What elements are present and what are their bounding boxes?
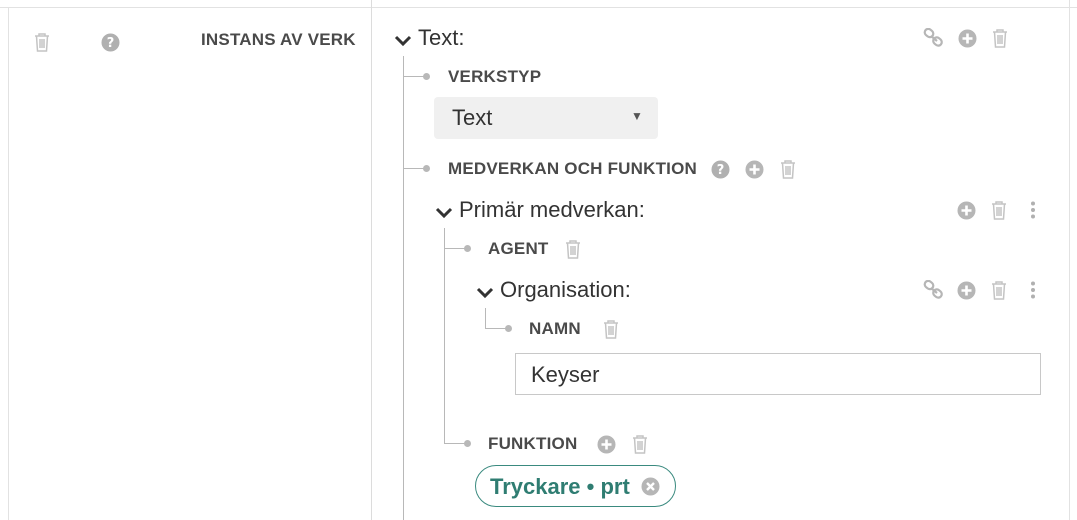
link-icon[interactable] xyxy=(923,280,945,300)
work-type-label: VERKSTYP xyxy=(448,67,542,86)
function-tag[interactable]: Tryckare • prt xyxy=(475,465,676,507)
tree-dot xyxy=(505,325,512,332)
tree-branch xyxy=(403,76,425,77)
top-border xyxy=(0,7,1077,8)
svg-text:?: ? xyxy=(717,163,725,178)
right-border xyxy=(1069,0,1070,520)
name-label: NAMN xyxy=(529,319,581,338)
tree-dot xyxy=(423,165,430,172)
remove-tag-icon[interactable] xyxy=(641,477,660,501)
function-label: FUNKTION xyxy=(488,434,578,453)
more-options-icon[interactable] xyxy=(1030,201,1036,219)
add-icon[interactable] xyxy=(958,29,977,48)
work-title: Text: xyxy=(418,25,465,50)
organisation-title: Organisation: xyxy=(500,277,631,302)
trash-icon[interactable] xyxy=(632,434,648,454)
tree-branch xyxy=(444,248,466,249)
left-border xyxy=(8,7,9,520)
trash-icon[interactable] xyxy=(780,159,796,179)
contribution-label: MEDVERKAN OCH FUNKTION xyxy=(448,159,698,178)
collapse-primary-chevron-icon[interactable] xyxy=(435,206,453,225)
primary-contribution-title: Primär medverkan: xyxy=(459,197,645,222)
trash-icon[interactable] xyxy=(603,319,619,339)
link-icon[interactable] xyxy=(923,28,945,48)
tree-dot xyxy=(423,73,430,80)
more-options-icon[interactable] xyxy=(1030,281,1036,299)
tree-branch xyxy=(403,168,425,169)
tree-dot xyxy=(464,440,471,447)
svg-text:?: ? xyxy=(107,36,115,51)
name-input[interactable]: Keyser xyxy=(515,353,1041,395)
work-type-value: Text xyxy=(452,105,493,130)
help-icon[interactable]: ? xyxy=(101,33,120,52)
add-icon[interactable] xyxy=(597,435,616,454)
tree-dot xyxy=(464,245,471,252)
agent-label: AGENT xyxy=(488,239,549,258)
tree-line xyxy=(403,56,404,520)
name-input-value: Keyser xyxy=(531,362,600,387)
row-label: INSTANS AV VERK xyxy=(201,30,356,49)
trash-icon[interactable] xyxy=(991,280,1007,300)
function-tag-label: Tryckare • prt xyxy=(490,474,630,499)
tree-line xyxy=(444,228,445,443)
tree-branch xyxy=(444,443,466,444)
trash-icon[interactable] xyxy=(34,32,50,52)
column-divider xyxy=(371,0,372,520)
tree-branch xyxy=(485,328,507,329)
help-icon[interactable]: ? xyxy=(711,160,730,179)
add-icon[interactable] xyxy=(745,160,764,179)
trash-icon[interactable] xyxy=(565,239,581,259)
add-icon[interactable] xyxy=(957,201,976,220)
trash-icon[interactable] xyxy=(991,200,1007,220)
work-type-select[interactable]: Text ▼ xyxy=(434,97,658,139)
add-icon[interactable] xyxy=(957,281,976,300)
collapse-text-chevron-icon[interactable] xyxy=(394,34,412,53)
trash-icon[interactable] xyxy=(992,28,1008,48)
dropdown-arrow-icon: ▼ xyxy=(631,109,643,123)
collapse-organisation-chevron-icon[interactable] xyxy=(476,286,494,305)
tree-line xyxy=(485,308,486,329)
